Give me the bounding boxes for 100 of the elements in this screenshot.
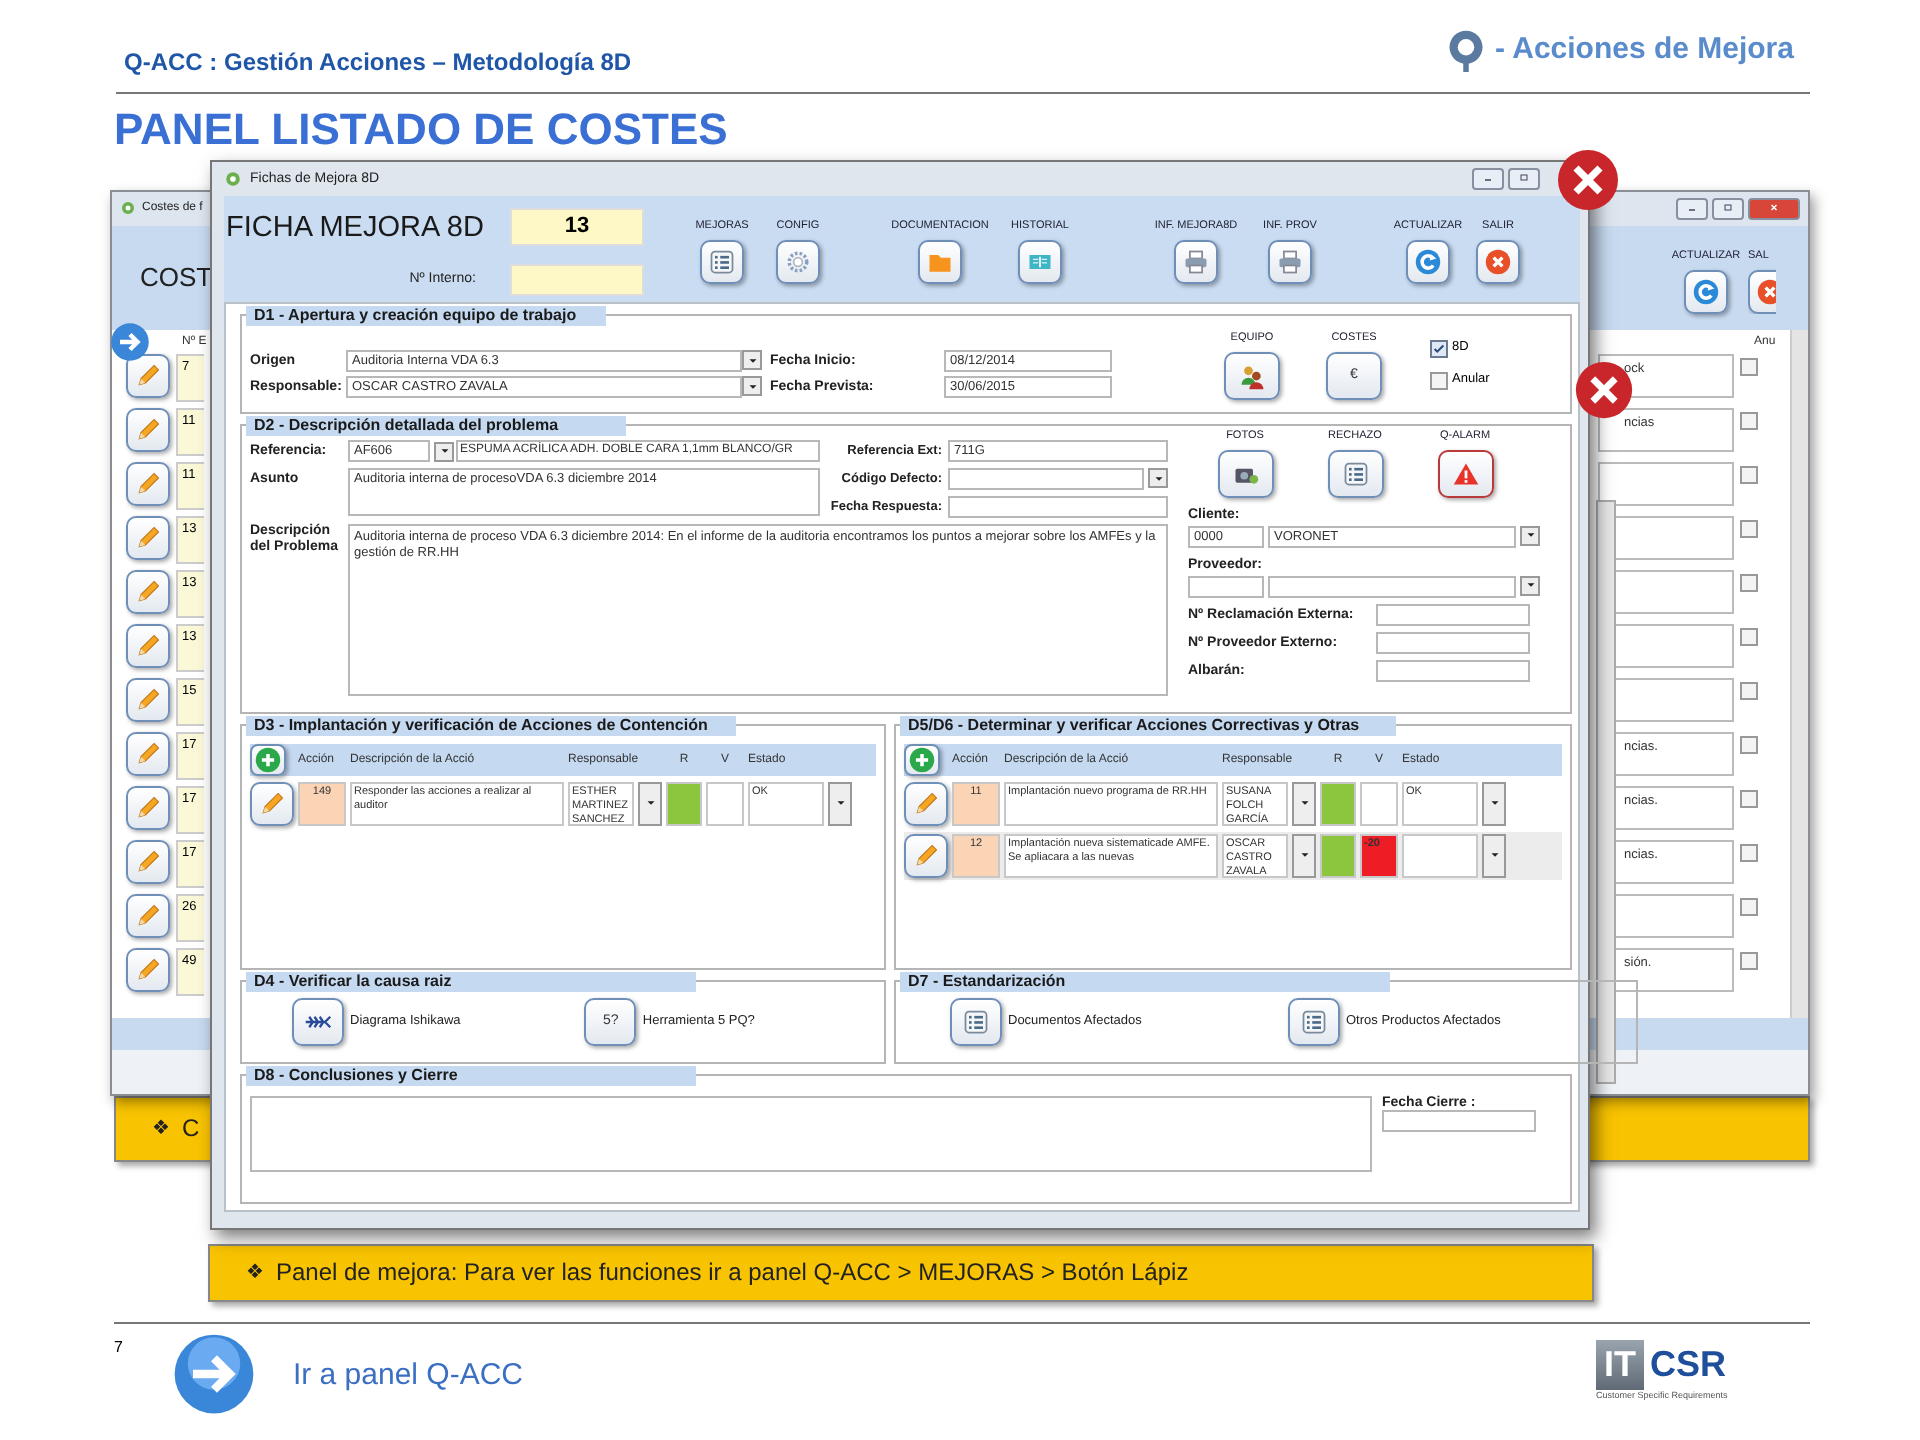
pencil-icon: [134, 415, 162, 444]
edit-button[interactable]: [126, 731, 170, 776]
input-field[interactable]: [1376, 631, 1530, 654]
refresh-icon: [1692, 277, 1720, 306]
section-title: D4 - Verificar la causa raiz: [246, 971, 696, 992]
input-field[interactable]: [1376, 659, 1530, 682]
edit-button[interactable]: [904, 833, 948, 878]
dropdown-button[interactable]: [434, 441, 454, 462]
input-field[interactable]: [510, 263, 644, 296]
edit-button[interactable]: [126, 677, 170, 722]
checkbox[interactable]: [1740, 519, 1758, 538]
checkbox[interactable]: [1740, 573, 1758, 592]
pencil-icon: [134, 901, 162, 930]
dropdown-field[interactable]: [948, 468, 1144, 491]
text-area[interactable]: [250, 1095, 1372, 1172]
printer-icon: [1276, 247, 1304, 276]
edit-button[interactable]: [126, 407, 170, 452]
fishbone-button[interactable]: [292, 997, 344, 1046]
minimize-button[interactable]: [1472, 167, 1504, 190]
maximize-icon: [1514, 170, 1534, 187]
dropdown-button[interactable]: [742, 350, 762, 371]
input-field[interactable]: [1376, 603, 1530, 626]
folder-button[interactable]: [918, 239, 962, 284]
team-button[interactable]: [1224, 351, 1280, 400]
checkbox[interactable]: [1740, 789, 1758, 808]
edit-button[interactable]: [126, 839, 170, 884]
checkbox[interactable]: [1740, 681, 1758, 700]
checkbox[interactable]: [1740, 843, 1758, 862]
form-heading: FICHA MEJORA 8D: [224, 211, 486, 244]
camera-button[interactable]: [1217, 449, 1273, 498]
dropdown-field[interactable]: [1402, 833, 1478, 878]
checkbox[interactable]: [1740, 465, 1758, 484]
list-button[interactable]: [700, 239, 744, 284]
pencil-icon: [134, 739, 162, 768]
checkbox[interactable]: [1430, 339, 1448, 358]
dropdown-button[interactable]: [1148, 468, 1168, 489]
edit-button[interactable]: [126, 893, 170, 938]
callout-text: C: [181, 1114, 200, 1143]
check-icon: [1432, 341, 1446, 356]
dropdown-button[interactable]: [742, 376, 762, 397]
number-field[interactable]: 13: [510, 208, 644, 247]
pencil-icon: [134, 685, 162, 714]
logo-text: CSR: [1650, 1344, 1727, 1387]
edit-button[interactable]: [904, 781, 948, 826]
section-title: D8 - Conclusiones y Cierre: [246, 1065, 696, 1086]
input-field[interactable]: [1188, 575, 1264, 598]
link[interactable]: Ir a panel Q-ACC: [292, 1358, 523, 1393]
maximize-button[interactable]: [1712, 197, 1744, 220]
list-button[interactable]: [950, 997, 1002, 1046]
list-button[interactable]: [1288, 997, 1340, 1046]
dropdown-button[interactable]: [1520, 525, 1540, 546]
list-button[interactable]: [1327, 449, 1383, 498]
presentation-title: Q-ACC : Gestión Acciones – Metodología 8D: [124, 47, 632, 76]
pencil-icon: [912, 841, 940, 870]
settings-button[interactable]: [776, 239, 820, 284]
edit-button[interactable]: [126, 623, 170, 668]
print-button[interactable]: [1268, 239, 1312, 284]
pencil-icon: [134, 361, 162, 390]
section-title: D5/D6 - Determinar y verificar Acciones Correctivas y Otras: [900, 715, 1396, 736]
book-button[interactable]: [1018, 239, 1062, 284]
pencil-icon: [134, 523, 162, 552]
refresh-button[interactable]: [1684, 269, 1728, 314]
refresh-button[interactable]: [1406, 239, 1450, 284]
edit-button[interactable]: [126, 461, 170, 506]
checkbox[interactable]: [1740, 897, 1758, 916]
alert-button[interactable]: [1437, 449, 1493, 498]
checkbox[interactable]: [1740, 735, 1758, 754]
checkbox[interactable]: [1740, 627, 1758, 646]
bullet: ❖: [152, 1117, 170, 1140]
edit-button[interactable]: [250, 781, 294, 826]
checkbox[interactable]: [1740, 951, 1758, 970]
add-button[interactable]: [904, 743, 940, 776]
date-field[interactable]: [1382, 1109, 1536, 1132]
checkbox[interactable]: [1740, 411, 1758, 430]
scrollbar[interactable]: [1790, 329, 1808, 1018]
edit-button[interactable]: [126, 353, 170, 398]
pencil-icon: [134, 955, 162, 984]
edit-button[interactable]: [126, 785, 170, 830]
pencil-icon: [134, 631, 162, 660]
scrollbar[interactable]: [1596, 499, 1616, 1084]
dropdown-field[interactable]: [1268, 575, 1516, 598]
add-button[interactable]: [250, 743, 286, 776]
brand-name: - Acciones de Mejora: [1495, 32, 1794, 67]
pencil-icon: [912, 789, 940, 818]
checkbox[interactable]: [1430, 371, 1448, 390]
close-button[interactable]: [1748, 197, 1800, 220]
close-button[interactable]: [1476, 239, 1520, 284]
close-icon: [1756, 277, 1776, 306]
print-button[interactable]: [1174, 239, 1218, 284]
minimize-button[interactable]: [1676, 197, 1708, 220]
edit-button[interactable]: [126, 947, 170, 992]
add-icon: [254, 745, 282, 774]
maximize-button[interactable]: [1508, 167, 1540, 190]
edit-button[interactable]: [126, 515, 170, 560]
input-field[interactable]: [948, 496, 1168, 519]
checkbox[interactable]: [1740, 357, 1758, 376]
edit-button[interactable]: [126, 569, 170, 614]
page-number: 7: [114, 1338, 123, 1357]
dropdown-button[interactable]: [1520, 575, 1540, 596]
section-title: D3 - Implantación y verificación de Acciones de Contención: [246, 715, 736, 736]
